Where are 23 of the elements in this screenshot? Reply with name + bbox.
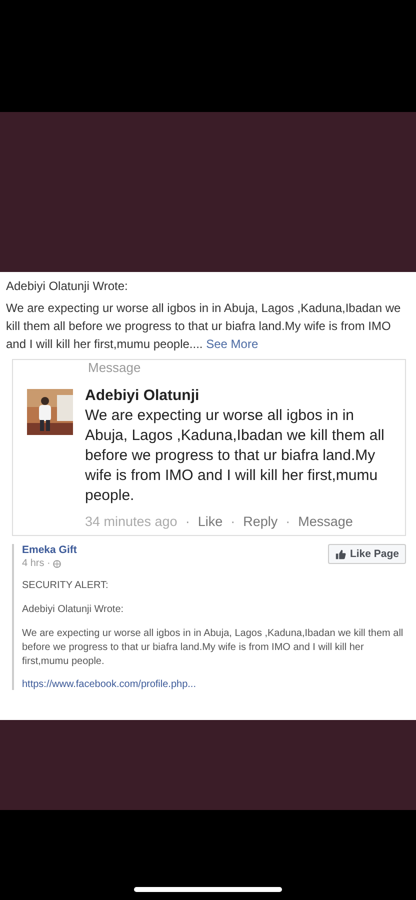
- author-name[interactable]: Adebiyi Olatunji: [85, 387, 395, 404]
- post-text: We are expecting ur worse all igbos in in Abuja, Lagos ,Kaduna,Ibadan we kill them all before we progress to that ur biafra land.My wife is from IMO and I will kill her first,mumu people.... See More: [6, 300, 402, 353]
- globe-icon: [53, 560, 62, 568]
- post-paragraph: We are expecting ur worse all igbos in in Abuja, Lagos ,Kaduna,Ibadan we kill them all before we progress to that ur biafra land.My wife is from IMO and I will kill her first,mumu people.: [22, 627, 404, 669]
- action-link[interactable]: Like: [198, 514, 223, 529]
- action-link[interactable]: Reply: [243, 514, 278, 529]
- like-page-button[interactable]: Like Page: [328, 544, 406, 564]
- timestamp: 4 hrs ·: [22, 558, 50, 569]
- profile-link[interactable]: https://www.facebook.com/profile.php...: [22, 679, 406, 690]
- separator-dot: ·: [286, 514, 290, 529]
- thumbs-up-icon: [334, 548, 346, 560]
- timestamp: 34 minutes ago: [85, 514, 178, 529]
- message-text: We are expecting ur worse all igbos in in Abuja, Lagos ,Kaduna,Ibadan we kill them all before we progress to that ur biafra land.My wife is from IMO and I will kill her first,mumu people.: [85, 406, 386, 506]
- action-link[interactable]: Message: [298, 514, 353, 529]
- post-heading: Adebiyi Olatunji Wrote:: [6, 279, 129, 293]
- message-label: Message: [88, 360, 142, 375]
- post-paragraph: SECURITY ALERT:: [22, 579, 110, 593]
- see-more-link[interactable]: See More: [206, 337, 258, 351]
- separator-dot: ·: [185, 514, 190, 529]
- post-paragraph: Adebiyi Olatunji Wrote:: [22, 603, 125, 617]
- separator-dot: ·: [230, 514, 236, 529]
- home-indicator[interactable]: [134, 887, 282, 892]
- page-name[interactable]: Emeka Gift: [22, 544, 77, 556]
